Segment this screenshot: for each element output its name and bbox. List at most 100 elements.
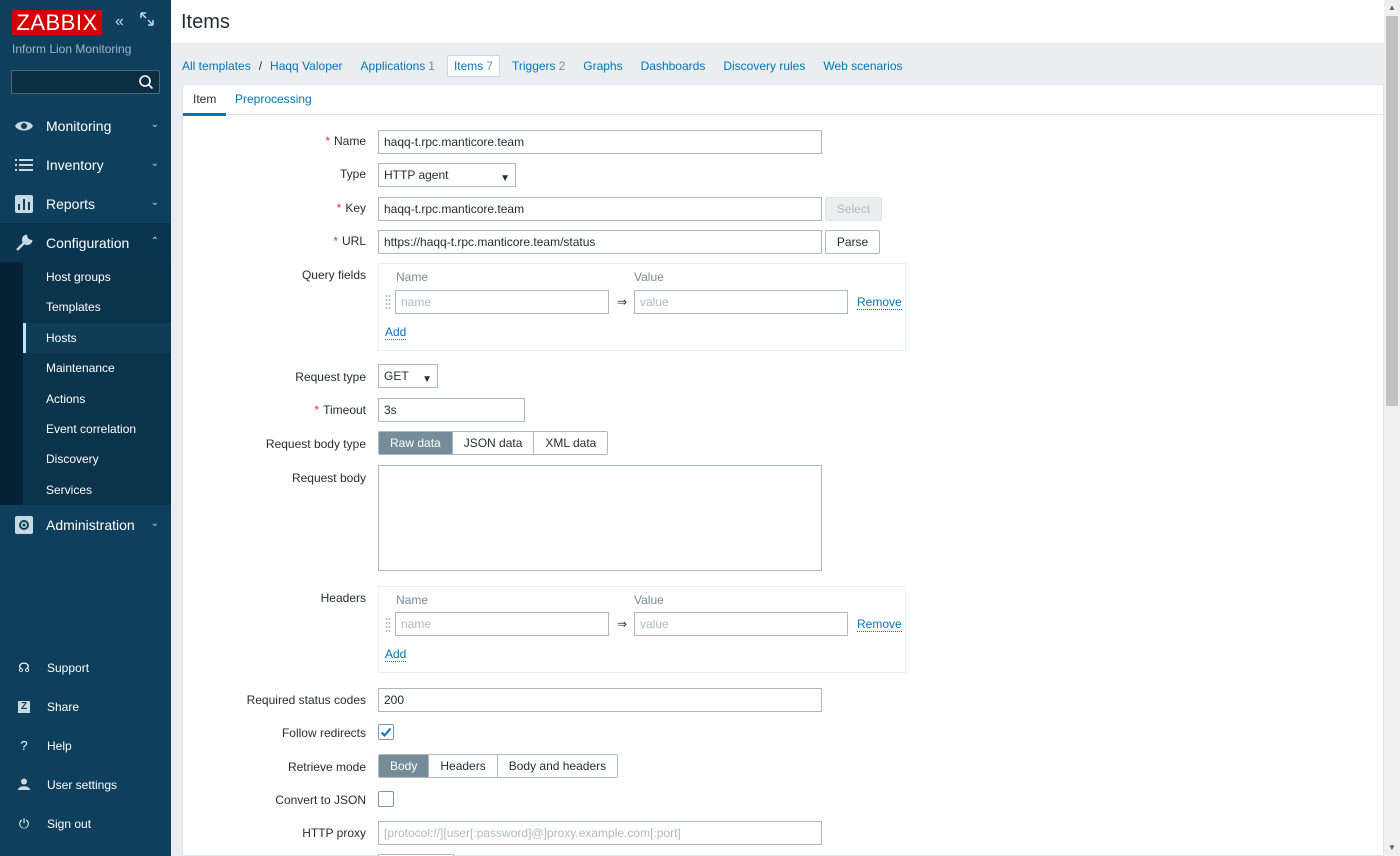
type-select[interactable]: HTTP agent ▼ [378, 163, 516, 187]
follow-redirects-checkbox[interactable] [378, 724, 394, 740]
collapse-sidebar-icon[interactable]: « [115, 12, 124, 32]
menu-label: User settings [47, 778, 118, 793]
body-type-json[interactable]: JSON data [452, 432, 535, 454]
nav-count: 7 [486, 59, 493, 73]
breadcrumb-all-templates[interactable]: All templates [182, 59, 251, 73]
search-input[interactable] [11, 70, 160, 94]
zabbix-logo[interactable]: ZABBIX [12, 10, 102, 35]
tab-preprocessing[interactable]: Preprocessing [235, 92, 312, 106]
menu-inventory[interactable]: Inventory ⌄ [0, 145, 171, 184]
nav-applications[interactable]: Applications 1 [361, 59, 435, 73]
http-proxy-field[interactable]: [protocol://][user[:password]@]proxy.exa… [378, 821, 822, 845]
menu-user-settings[interactable]: User settings [0, 766, 171, 805]
query-name-input[interactable]: name [395, 290, 609, 314]
convert-json-checkbox[interactable] [378, 791, 394, 807]
menu-label: Reports [46, 195, 96, 212]
column-value-header: Value [634, 593, 664, 607]
header-name-input[interactable]: name [395, 612, 609, 636]
scroll-down-icon[interactable]: ▼ [1384, 840, 1400, 856]
page-scrollbar[interactable]: ▲ ▼ [1384, 0, 1400, 856]
menu-monitoring[interactable]: Monitoring ⌄ [0, 106, 171, 145]
nav-dashboards[interactable]: Dashboards [641, 59, 706, 73]
chevron-up-icon: ⌃ [150, 236, 159, 247]
nav-triggers[interactable]: Triggers 2 [512, 59, 565, 73]
column-name-header: Name [396, 270, 429, 284]
body-type-raw[interactable]: Raw data [379, 432, 453, 454]
kiosk-mode-icon[interactable] [140, 12, 154, 32]
menu-share[interactable]: Z Share [0, 687, 171, 726]
drag-handle-icon[interactable] [385, 294, 391, 310]
retrieve-mode-segmented: Body Headers Body and headers [378, 754, 619, 778]
menu-support[interactable]: ☊ Support [0, 648, 171, 687]
query-value-input[interactable]: value [634, 290, 848, 314]
nav-graphs[interactable]: Graphs [583, 59, 622, 73]
menu-label: Sign out [47, 817, 92, 832]
submenu-discovery[interactable]: Discovery [0, 444, 171, 475]
submenu-actions[interactable]: Actions [0, 383, 171, 414]
share-z-icon: Z [18, 700, 30, 713]
nav-discovery-rules[interactable]: Discovery rules [723, 59, 805, 73]
menu-configuration[interactable]: Configuration ⌃ [0, 223, 171, 262]
query-remove-link[interactable]: Remove [857, 295, 902, 310]
scroll-thumb[interactable] [1386, 16, 1398, 406]
body-type-xml[interactable]: XML data [534, 432, 608, 454]
convert-json-label: Convert to JSON [275, 793, 366, 807]
scroll-up-icon[interactable]: ▲ [1384, 0, 1400, 16]
retrieve-mode-headers[interactable]: Headers [429, 755, 498, 777]
body-type-segmented: Raw data JSON data XML data [378, 431, 609, 455]
headers-label: Headers [320, 591, 366, 605]
request-type-select[interactable]: GET ▼ [378, 364, 438, 388]
key-select-button[interactable]: Select [825, 197, 882, 221]
power-icon: ⏻ [18, 816, 30, 832]
nav-label: Applications [360, 59, 426, 73]
parse-button[interactable]: Parse [825, 230, 880, 254]
retrieve-mode-label: Retrieve mode [287, 760, 366, 774]
query-add-link[interactable]: Add [385, 325, 407, 340]
timeout-field[interactable]: 3s [378, 398, 525, 422]
nav-items[interactable]: Items 7 [446, 55, 500, 77]
gear-icon [13, 515, 35, 535]
chevron-down-icon: ▼ [500, 173, 510, 184]
submenu-services[interactable]: Services [0, 474, 171, 506]
headers-table: Name Value name ⇒ value Remove Add [378, 586, 906, 673]
drag-handle-icon[interactable] [385, 617, 391, 633]
chevron-down-icon: ⌄ [150, 197, 159, 208]
retrieve-mode-body[interactable]: Body [379, 755, 430, 777]
checkmark-icon [380, 727, 392, 737]
header-remove-link[interactable]: Remove [857, 617, 902, 632]
header-value-input[interactable]: value [634, 612, 848, 636]
header-add-link[interactable]: Add [385, 647, 407, 662]
submenu-hosts[interactable]: Hosts [0, 322, 171, 354]
nav-web-scenarios[interactable]: Web scenarios [823, 59, 902, 73]
menu-reports[interactable]: Reports ⌄ [0, 184, 171, 223]
submenu-host-groups[interactable]: Host groups [0, 262, 171, 293]
column-value-header: Value [634, 270, 664, 284]
nav-count: 1 [428, 59, 435, 73]
breadcrumb-separator: / [258, 59, 263, 73]
menu-label: Configuration [46, 234, 130, 251]
status-codes-field[interactable]: 200 [378, 688, 822, 712]
key-field[interactable]: haqq-t.rpc.manticore.team [378, 197, 822, 221]
request-type-value: GET [384, 369, 409, 383]
breadcrumb-template[interactable]: Haqq Valoper [270, 59, 343, 73]
sidebar: ZABBIX « Inform Lion Monitoring Monitori… [0, 0, 171, 856]
url-field[interactable]: https://haqq-t.rpc.manticore.team/status [378, 230, 822, 254]
page-header: Items [171, 0, 1384, 44]
request-body-textarea[interactable] [378, 465, 822, 571]
submenu-maintenance[interactable]: Maintenance [0, 353, 171, 384]
headset-icon: ☊ [18, 659, 30, 675]
tab-item[interactable]: Item [182, 92, 227, 116]
menu-help[interactable]: ? Help [0, 726, 171, 765]
name-field[interactable]: haqq-t.rpc.manticore.team [378, 130, 822, 154]
retrieve-mode-body-and-headers[interactable]: Body and headers [497, 755, 618, 777]
menu-label: Help [47, 738, 72, 753]
submenu-event-correlation[interactable]: Event correlation [0, 413, 171, 445]
submenu-templates[interactable]: Templates [0, 292, 171, 323]
page-title: Items [181, 11, 230, 33]
request-type-label: Request type [295, 370, 366, 384]
nav-label: Items [453, 59, 484, 73]
menu-administration[interactable]: Administration ⌄ [0, 505, 171, 544]
menu-sign-out[interactable]: ⏻ Sign out [0, 805, 171, 844]
form-tabs: Item Preprocessing [182, 85, 1383, 116]
search-icon[interactable] [138, 74, 154, 90]
